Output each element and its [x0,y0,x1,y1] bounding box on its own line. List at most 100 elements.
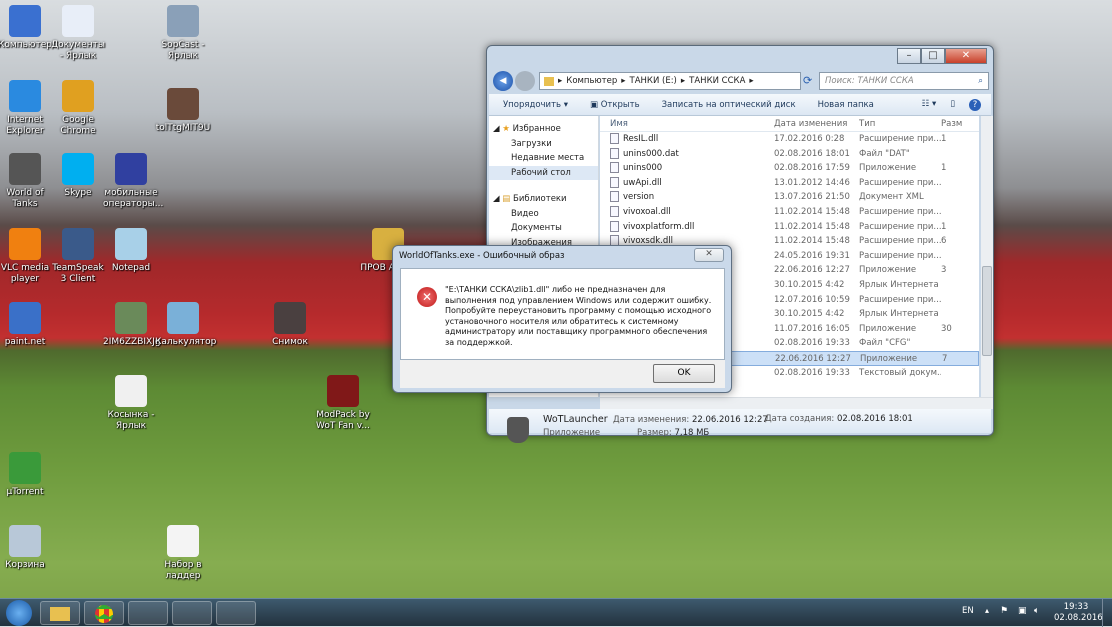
address-bar[interactable]: ▸ Компьютер ▸ ТАНКИ (E:) ▸ ТАНКИ ССКА ▸ [539,72,801,90]
network-icon[interactable]: ▣ [1018,606,1027,616]
desktop-icon-label: Notepad [111,263,151,273]
back-button[interactable]: ◀ [493,71,513,91]
desktop-icon-label: VLC media player [0,263,50,284]
desktop-icon-label: World of Tanks [6,188,44,209]
app-icon [167,525,199,557]
app-icon [115,228,147,260]
desktop-icon[interactable]: µTorrent [0,452,53,498]
file-icon [610,220,619,232]
file-icon [610,147,619,159]
desktop-icon[interactable]: ModPack by WoT Fan v... [315,375,371,432]
show-hidden-icons[interactable]: ▴ [985,606,989,615]
nav-downloads[interactable]: Загрузки [489,137,598,152]
desktop-icon-label: Компьютер [0,40,52,50]
desktop-icon[interactable]: Компьютер [0,5,53,51]
desktop-icon[interactable]: Косынка - Ярлык [103,375,159,432]
breadcrumb-item[interactable]: ТАНКИ ССКА [689,76,745,86]
desktop-icon[interactable]: Корзина [0,525,53,571]
burn-button[interactable]: Записать на оптический диск [662,100,796,110]
wot-launcher-icon [507,417,529,443]
desktop-icon-label: tolTtgMIT9U [155,123,211,133]
desktop-icon[interactable]: SopCast - Ярлык [155,5,211,62]
show-desktop-button[interactable] [1102,599,1112,627]
taskbar-app[interactable] [216,601,256,625]
forward-button[interactable] [515,71,535,91]
app-icon [62,5,94,37]
desktop-icon[interactable]: tolTtgMIT9U [155,88,211,134]
app-icon [9,80,41,112]
nav-video[interactable]: Видео [489,207,598,222]
folder-icon [50,607,70,621]
app-icon [115,375,147,407]
desktop-icon[interactable]: Internet Explorer [0,80,53,137]
nav-desktop[interactable]: Рабочий стол [489,165,598,180]
taskbar-app[interactable] [128,601,168,625]
organize-button[interactable]: Упорядочить ▾ [503,100,568,110]
language-indicator[interactable]: EN [962,606,974,616]
file-row[interactable]: version 13.07.2016 21:50 Документ XML [600,190,979,205]
start-button[interactable] [6,600,32,626]
app-icon [62,80,94,112]
desktop-icon-label: Internet Explorer [6,115,44,136]
nav-libraries[interactable]: ◢ ▤ Библиотеки [489,192,598,207]
desktop-icon[interactable]: Notepad [103,228,159,274]
column-name[interactable]: Имя [600,116,774,131]
file-row[interactable]: unins000.dat 02.08.2016 18:01 Файл "DAT" [600,147,979,162]
desktop-icon-label: ModPack by WoT Fan v... [316,410,370,431]
taskbar-app[interactable] [172,601,212,625]
vertical-scrollbar[interactable] [981,116,993,397]
refresh-button[interactable]: ⟳ [803,74,812,87]
taskbar-explorer[interactable] [40,601,80,625]
breadcrumb-item[interactable]: ТАНКИ (E:) [630,76,677,86]
desktop-icon-label: TeamSpeak 3 Client [52,263,104,284]
app-icon [62,228,94,260]
desktop-icon[interactable]: Документы - Ярлык [50,5,106,62]
desktop-icon[interactable]: Снимок [262,302,318,348]
help-icon[interactable]: ? [969,98,981,111]
app-icon [62,153,94,185]
file-icon [610,162,619,174]
desktop-icon-label: Google Chrome [60,115,96,136]
nav-documents[interactable]: Документы [489,221,598,236]
desktop-icon[interactable]: VLC media player [0,228,53,285]
file-row[interactable]: unins000 02.08.2016 17:59 Приложение 1 [600,161,979,176]
breadcrumb-item[interactable]: Компьютер [566,76,617,86]
file-row[interactable]: vivoxplatform.dll 11.02.2014 15:48 Расшире… [600,220,979,235]
app-icon [9,228,41,260]
new-folder-button[interactable]: Новая папка [818,100,874,110]
nav-recent[interactable]: Недавние места [489,151,598,166]
horizontal-scrollbar[interactable] [600,397,993,409]
desktop-icon[interactable]: Google Chrome [50,80,106,137]
desktop-icon[interactable]: Калькулятор [155,302,216,348]
desktop-icon[interactable]: World of Tanks [0,153,53,210]
action-center-flag-icon[interactable]: ⚑ [1000,606,1008,616]
taskbar-chrome[interactable] [84,601,124,625]
open-button[interactable]: ▣ Открыть [590,100,640,110]
column-size[interactable]: Разм [941,116,971,131]
desktop-icon[interactable]: TeamSpeak 3 Client [50,228,106,285]
desktop-icon[interactable]: paint.net [0,302,53,348]
file-row[interactable]: ResIL.dll 17.02.2016 0:28 Расширение при..… [600,132,979,147]
search-input[interactable]: Поиск: ТАНКИ ССКА ⌕ [819,72,989,90]
nav-favorites[interactable]: ◢ ★ Избранное [489,122,598,137]
close-button[interactable]: ✕ [945,48,987,64]
file-row[interactable]: uwApi.dll 13.01.2012 14:46 Расширение при.… [600,176,979,191]
column-type[interactable]: Тип [859,116,941,131]
column-date[interactable]: Дата изменения [774,116,859,131]
app-icon [9,302,41,334]
desktop-icon[interactable]: 2IM6ZZBIXJg [103,302,161,348]
dialog-message: "E:\ТАНКИ ССКА\zlib1.dll" либо не предна… [445,285,712,347]
minimize-button[interactable]: – [897,48,921,64]
view-options-icon[interactable]: ☷ ▾ [922,99,937,111]
clock[interactable]: 19:33 02.08.2016 [1054,602,1103,624]
ok-button[interactable]: OK [653,364,715,383]
preview-pane-icon[interactable]: ▯ [950,99,955,111]
maximize-button[interactable]: □ [921,48,945,64]
volume-icon[interactable]: 🔈︎ [1034,606,1039,616]
desktop-icon[interactable]: Набор в ладдер [155,525,211,582]
desktop-icon[interactable]: мобильные операторы... [103,153,163,210]
desktop-icon[interactable]: Skype [50,153,106,199]
dialog-close-button[interactable]: ✕ [694,248,724,262]
file-row[interactable]: vivoxoal.dll 11.02.2014 15:48 Расширение п… [600,205,979,220]
desktop-icon-label: 2IM6ZZBIXJg [103,337,161,347]
